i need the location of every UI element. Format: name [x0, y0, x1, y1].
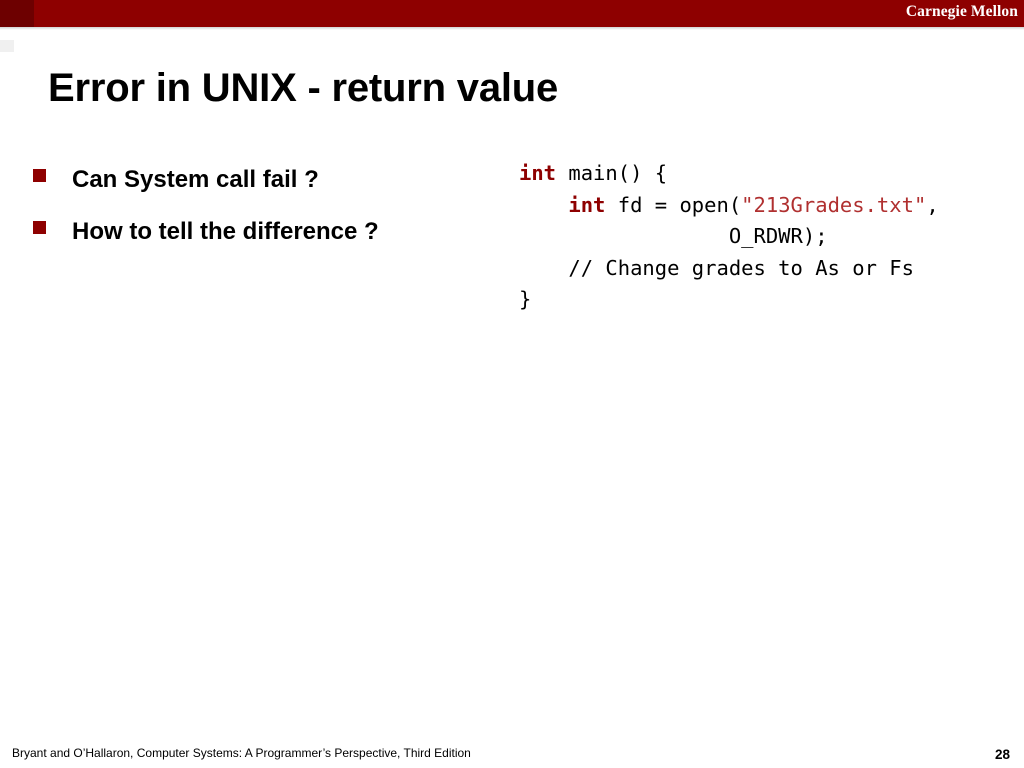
code-line: // Change grades to As or Fs: [519, 253, 939, 285]
page-number: 28: [994, 747, 1010, 762]
bullet-list: Can System call fail ? How to tell the d…: [33, 160, 483, 264]
bullet-text: Can System call fail ?: [72, 166, 319, 193]
code-text: }: [519, 287, 532, 312]
square-bullet-icon: [33, 220, 46, 234]
code-snippet: int main() { int fd = open("213Grades.tx…: [519, 158, 939, 316]
list-item: How to tell the difference ?: [33, 212, 483, 252]
footer-attribution: Bryant and O’Hallaron, Computer Systems:…: [12, 746, 471, 760]
code-line: }: [519, 284, 939, 316]
code-text: // Change grades to As or Fs: [519, 255, 914, 280]
code-text: O_RDWR);: [519, 224, 828, 249]
page-title: Error in UNIX - return value: [48, 66, 559, 110]
code-text: ,: [926, 192, 939, 217]
bullet-text: How to tell the difference ?: [72, 217, 379, 245]
banner-left-accent: [0, 0, 34, 27]
corner-tick-decoration: [0, 40, 14, 52]
code-text: main() {: [556, 161, 668, 185]
code-keyword: int: [568, 192, 606, 217]
code-line: O_RDWR);: [519, 221, 939, 253]
code-line: int main() {: [519, 158, 939, 190]
code-keyword: int: [519, 161, 557, 185]
square-bullet-icon: [33, 169, 46, 182]
list-item: Can System call fail ?: [33, 160, 483, 200]
code-line: int fd = open("213Grades.txt",: [519, 190, 939, 222]
top-banner: Carnegie Mellon: [0, 0, 1024, 27]
code-string: "213Grades.txt": [741, 192, 927, 217]
banner-title: Carnegie Mellon: [905, 3, 1018, 20]
code-text: fd = open(: [605, 192, 742, 217]
banner-shadow: [0, 27, 1024, 30]
